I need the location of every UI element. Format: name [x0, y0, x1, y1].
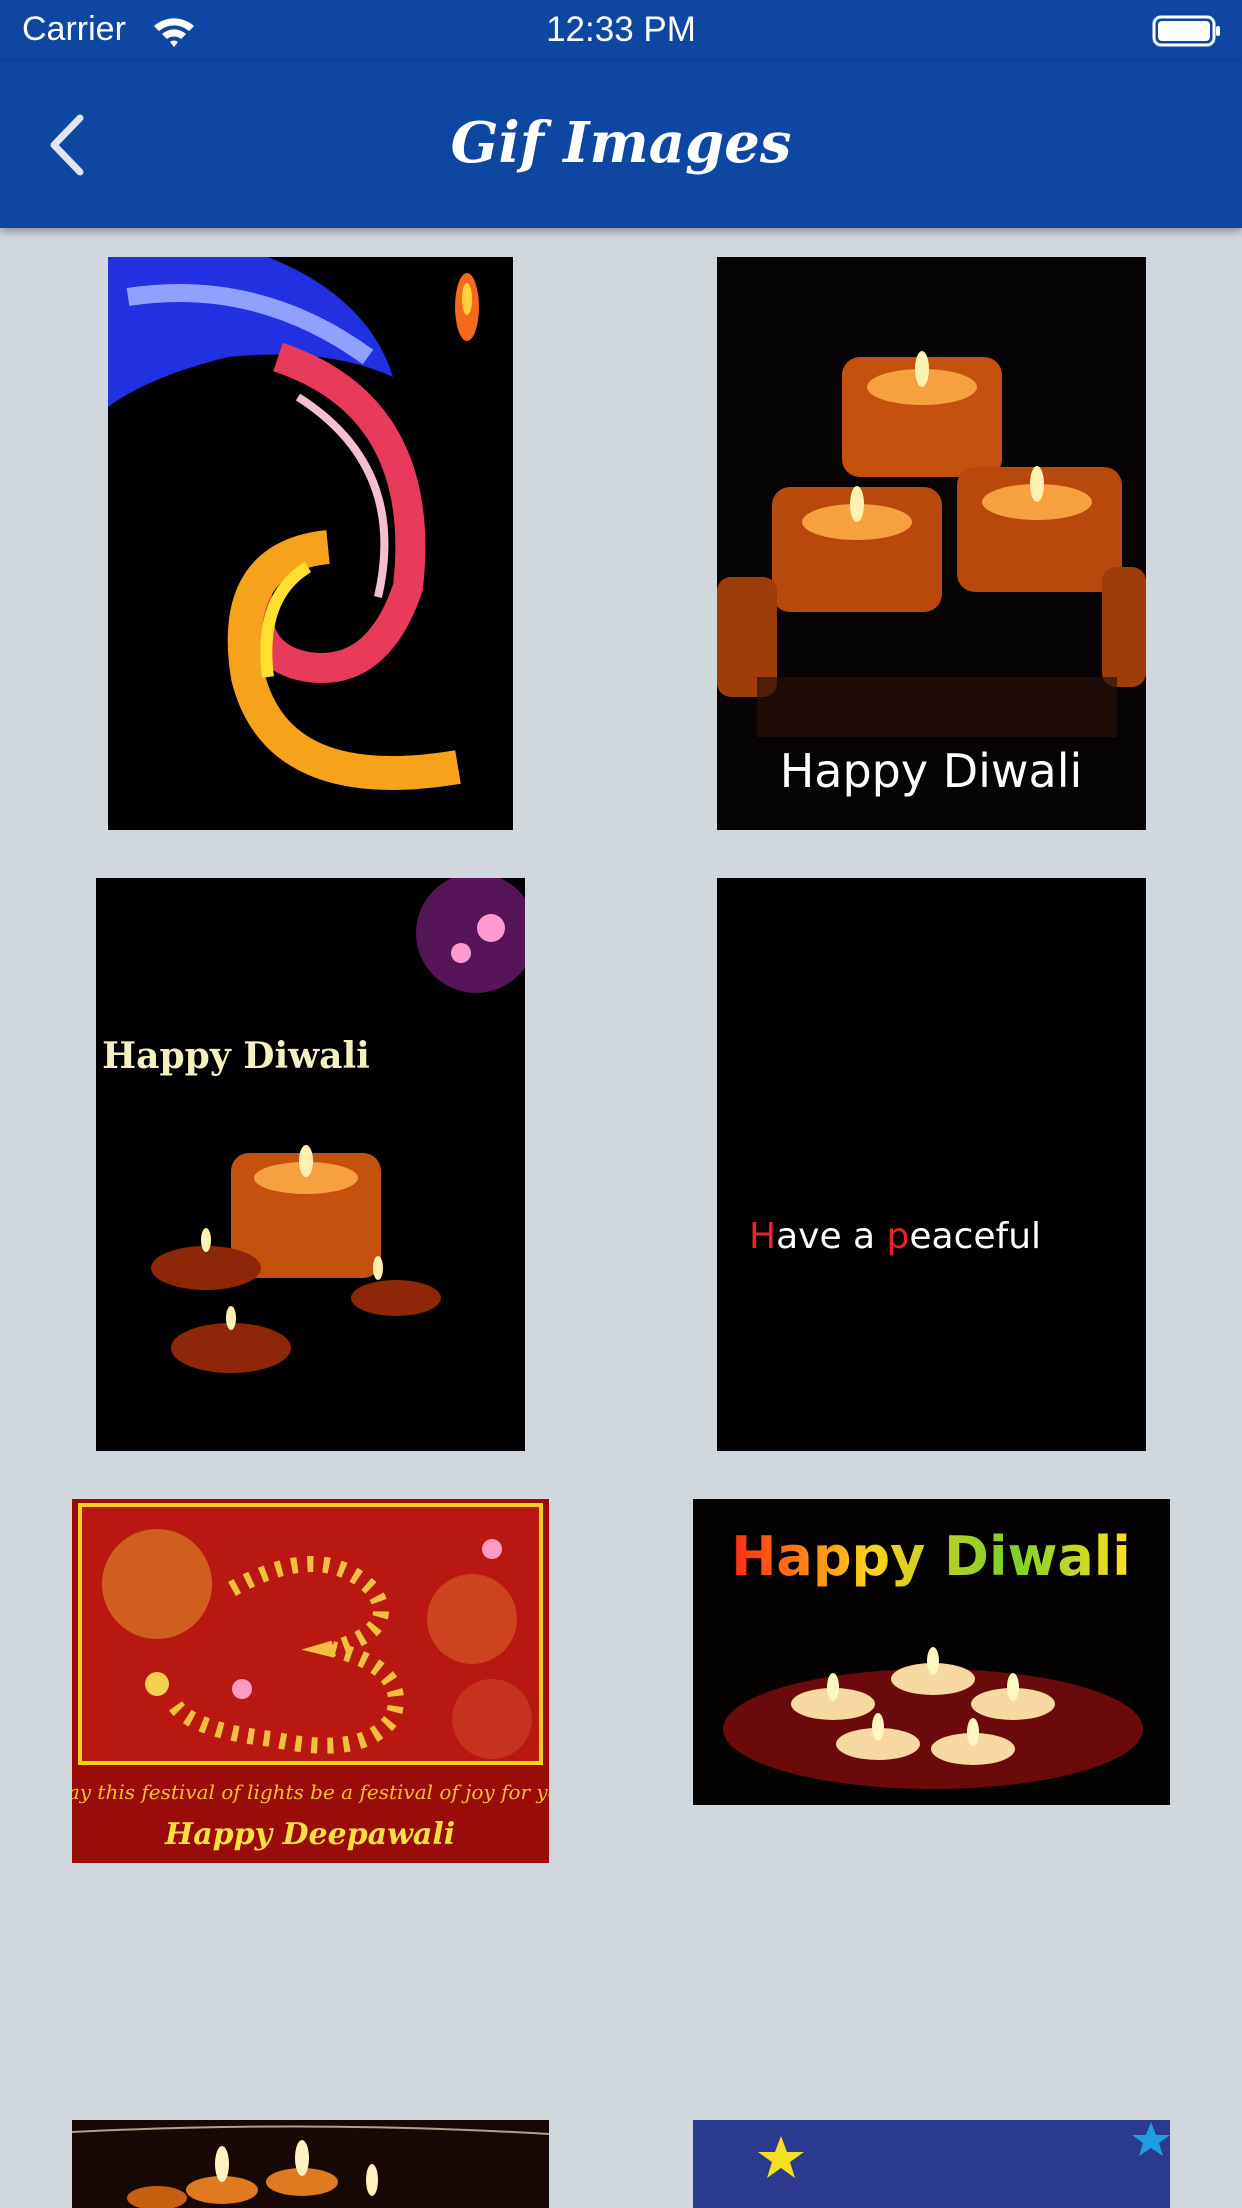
battery-icon — [1152, 15, 1220, 47]
gif-caption: Happy Diwali — [780, 744, 1083, 798]
gallery-item[interactable]: Happy Diwali — [693, 1499, 1170, 1805]
gallery-item[interactable]: May this festival of lights be a festiva… — [72, 1499, 549, 1863]
gallery-item[interactable]: Happy Diwali — [717, 257, 1146, 830]
gallery-item[interactable] — [693, 2120, 1170, 2208]
caption-part: H — [749, 1216, 776, 1257]
om-diyas-image: May this festival of lights be a festiva… — [72, 1499, 549, 1863]
gif-caption-2: Happy Deepawali — [164, 1817, 455, 1852]
stars-image — [693, 2120, 1170, 2208]
gallery-item[interactable] — [108, 257, 513, 830]
gif-caption: Happy Diwali — [731, 1525, 1131, 1588]
navigation-bar: Gif Images — [0, 62, 1242, 228]
status-bar: Carrier 12:33 PM — [0, 0, 1242, 62]
svg-text:Have a peaceful: Have a peaceful — [749, 1216, 1041, 1257]
gif-caption: Happy Diwali — [102, 1035, 370, 1077]
diya-fireworks-image: Happy Diwali — [96, 878, 525, 1451]
gif-caption: May this festival of lights be a festiva… — [72, 1780, 549, 1804]
diyas-image — [72, 2120, 549, 2208]
swirl-image — [108, 257, 513, 830]
gallery-item[interactable]: Have a peaceful — [717, 878, 1146, 1451]
gallery-item[interactable]: Happy Diwali — [96, 878, 525, 1451]
happy-diwali-candles-image: Happy Diwali — [693, 1499, 1170, 1805]
clock: 12:33 PM — [546, 10, 696, 49]
caption-part: ave a — [776, 1216, 886, 1257]
gallery-item[interactable] — [72, 2120, 549, 2208]
candles-image: Happy Diwali — [717, 257, 1146, 830]
peaceful-text-image: Have a peaceful — [717, 878, 1146, 1451]
page-title: Gif Images — [450, 110, 792, 176]
caption-part: eaceful — [909, 1216, 1041, 1257]
caption-part: p — [887, 1216, 910, 1257]
